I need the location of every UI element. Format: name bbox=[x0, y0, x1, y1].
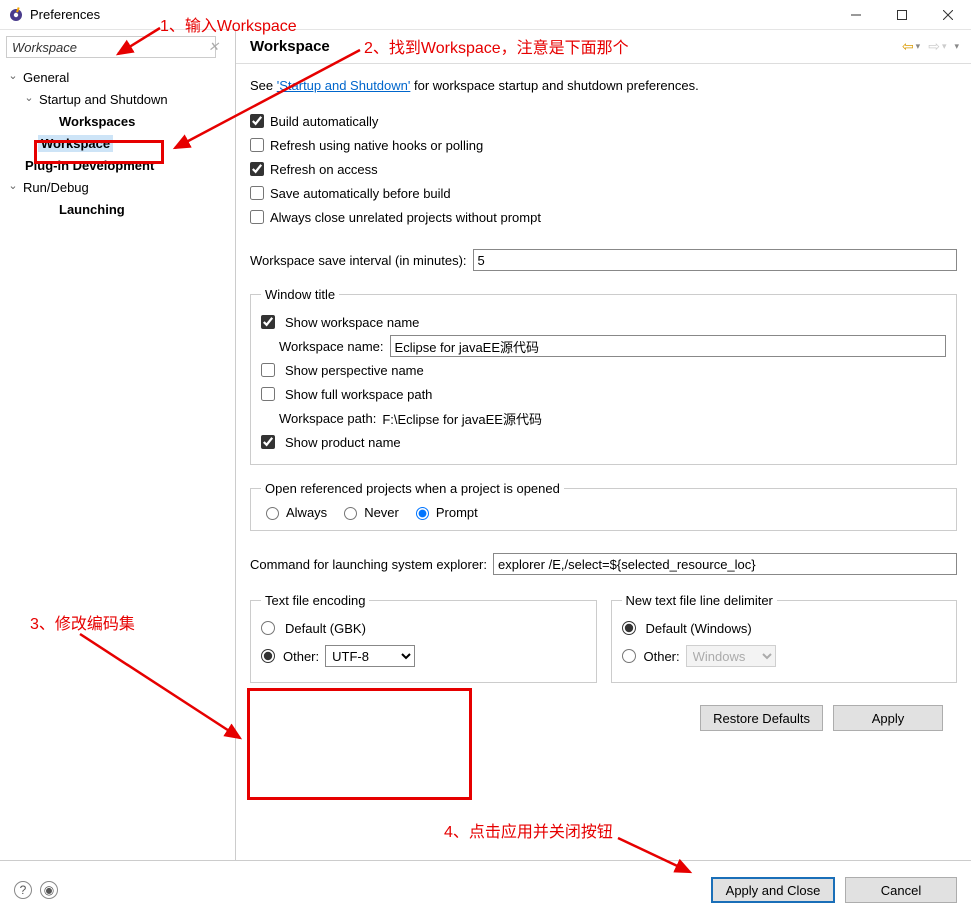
intro-text: See 'Startup and Shutdown' for workspace… bbox=[250, 78, 957, 93]
page-menu-icon[interactable]: ▾ bbox=[954, 41, 959, 52]
forward-icon[interactable]: ⇨ bbox=[928, 38, 940, 55]
window-title: Preferences bbox=[30, 7, 100, 22]
save-interval-input[interactable] bbox=[473, 249, 957, 271]
explorer-cmd-input[interactable] bbox=[493, 553, 957, 575]
check-show-perspective[interactable]: Show perspective name bbox=[261, 358, 946, 382]
check-show-ws-name[interactable]: Show workspace name bbox=[261, 310, 946, 334]
preferences-tree: General Startup and Shutdown Workspaces … bbox=[6, 62, 229, 220]
tree-label: Plug-in Development bbox=[22, 157, 157, 174]
radio-always[interactable]: Always bbox=[261, 504, 327, 520]
preferences-sidebar: ✕ General Startup and Shutdown Workspace… bbox=[0, 30, 236, 860]
delimiter-combo: Windows bbox=[686, 645, 776, 667]
restore-defaults-button[interactable]: Restore Defaults bbox=[700, 705, 823, 731]
maximize-button[interactable] bbox=[879, 0, 925, 30]
group-legend: New text file line delimiter bbox=[622, 593, 777, 608]
check-build-auto[interactable]: Build automatically bbox=[250, 109, 957, 133]
check-refresh-hooks[interactable]: Refresh using native hooks or polling bbox=[250, 133, 957, 157]
import-export-icon[interactable]: ◉ bbox=[40, 881, 58, 899]
group-legend: Open referenced projects when a project … bbox=[261, 481, 564, 496]
radio-encoding-default[interactable]: Default (GBK) bbox=[261, 616, 586, 640]
cancel-button[interactable]: Cancel bbox=[845, 877, 957, 903]
open-referenced-group: Open referenced projects when a project … bbox=[250, 481, 957, 531]
tree-label: Launching bbox=[56, 201, 128, 218]
tree-item-workspaces[interactable]: Workspaces bbox=[6, 110, 229, 132]
group-legend: Window title bbox=[261, 287, 339, 302]
back-icon[interactable]: ⇦ bbox=[902, 38, 914, 55]
preferences-page: Workspace ⇦▾ ⇨▾ ▾ See 'Startup and Shutd… bbox=[236, 30, 971, 860]
filter-input[interactable] bbox=[6, 36, 216, 58]
close-button[interactable] bbox=[925, 0, 971, 30]
window-title-group: Window title Show workspace name Workspa… bbox=[250, 287, 957, 465]
tree-item-startup[interactable]: Startup and Shutdown bbox=[6, 88, 229, 110]
ws-name-label: Workspace name: bbox=[279, 339, 384, 354]
radio-delim-other[interactable]: Other: bbox=[622, 649, 680, 664]
encoding-combo[interactable]: UTF-8 bbox=[325, 645, 415, 667]
page-title: Workspace bbox=[250, 38, 902, 55]
group-legend: Text file encoding bbox=[261, 593, 369, 608]
startup-shutdown-link[interactable]: 'Startup and Shutdown' bbox=[277, 78, 411, 93]
radio-encoding-other[interactable]: Other: bbox=[261, 649, 319, 664]
tree-label: Startup and Shutdown bbox=[36, 91, 171, 108]
clear-filter-icon[interactable]: ✕ bbox=[208, 39, 219, 55]
ws-path-label: Workspace path: bbox=[279, 411, 376, 426]
radio-delim-default[interactable]: Default (Windows) bbox=[622, 616, 947, 640]
check-show-product[interactable]: Show product name bbox=[261, 430, 946, 454]
nav-arrows: ⇦▾ ⇨▾ ▾ bbox=[902, 38, 959, 55]
tree-label: Run/Debug bbox=[20, 179, 92, 196]
minimize-button[interactable] bbox=[833, 0, 879, 30]
explorer-cmd-label: Command for launching system explorer: bbox=[250, 557, 487, 572]
tree-item-rundebug[interactable]: Run/Debug bbox=[6, 176, 229, 198]
check-save-before-build[interactable]: Save automatically before build bbox=[250, 181, 957, 205]
apply-and-close-button[interactable]: Apply and Close bbox=[711, 877, 835, 903]
tree-label: Workspace bbox=[38, 135, 113, 152]
check-show-full-path[interactable]: Show full workspace path bbox=[261, 382, 946, 406]
tree-item-general[interactable]: General bbox=[6, 66, 229, 88]
tree-label: Workspaces bbox=[56, 113, 138, 130]
radio-prompt[interactable]: Prompt bbox=[411, 504, 478, 520]
titlebar: Preferences bbox=[0, 0, 971, 30]
tree-item-workspace[interactable]: Workspace bbox=[6, 132, 229, 154]
radio-never[interactable]: Never bbox=[339, 504, 399, 520]
ws-name-input[interactable] bbox=[390, 335, 946, 357]
tree-item-launching[interactable]: Launching bbox=[6, 198, 229, 220]
apply-button[interactable]: Apply bbox=[833, 705, 943, 731]
app-icon bbox=[8, 7, 24, 23]
forward-menu-icon[interactable]: ▾ bbox=[942, 41, 947, 52]
ws-path-value: F:\Eclipse for javaEE源代码 bbox=[382, 409, 542, 428]
tree-label: General bbox=[20, 69, 72, 86]
back-menu-icon[interactable]: ▾ bbox=[916, 41, 921, 52]
check-refresh-access[interactable]: Refresh on access bbox=[250, 157, 957, 181]
line-delimiter-group: New text file line delimiter Default (Wi… bbox=[611, 593, 958, 683]
dialog-footer: ? ◉ Apply and Close Cancel bbox=[0, 860, 971, 919]
tree-item-plugin[interactable]: Plug-in Development bbox=[6, 154, 229, 176]
check-close-unrelated[interactable]: Always close unrelated projects without … bbox=[250, 205, 957, 229]
save-interval-label: Workspace save interval (in minutes): bbox=[250, 253, 467, 268]
help-icon[interactable]: ? bbox=[14, 881, 32, 899]
text-encoding-group: Text file encoding Default (GBK) Other: … bbox=[250, 593, 597, 683]
